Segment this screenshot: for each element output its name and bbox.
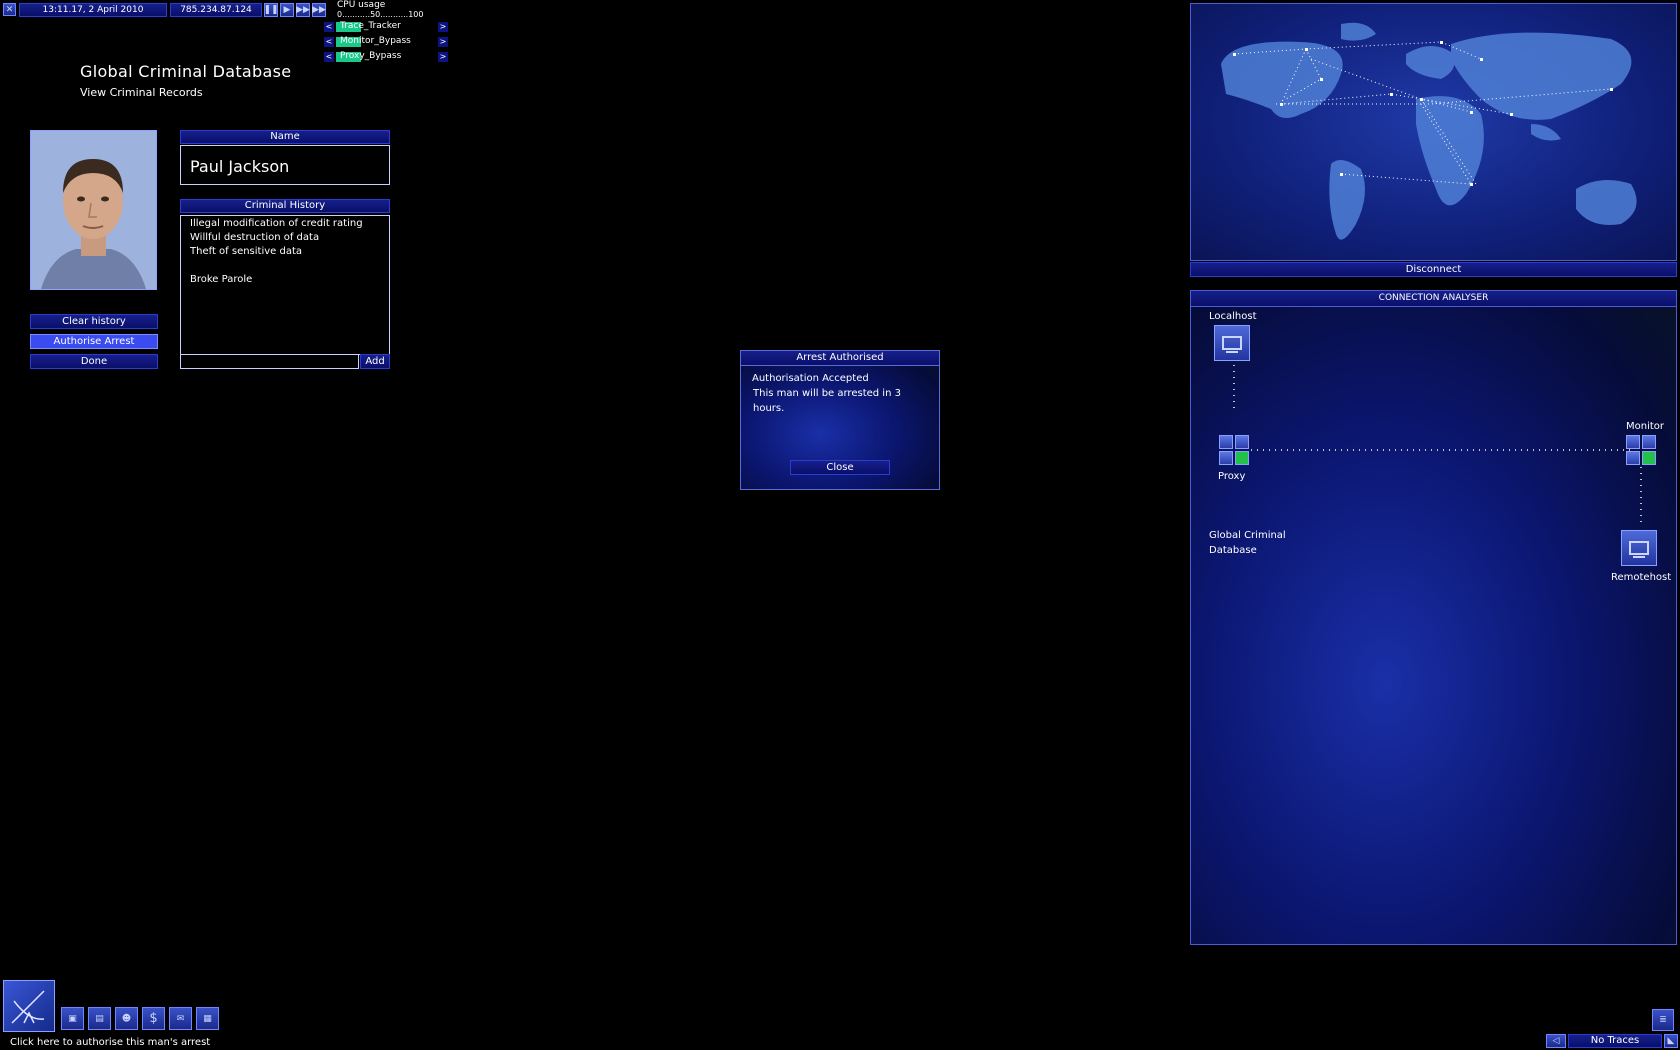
remotehost-node-icon[interactable] [1621, 530, 1657, 566]
finance-icon[interactable]: $ [142, 1007, 165, 1030]
list-item: Broke Parole [190, 274, 253, 285]
status-icon[interactable]: ☻ [115, 1007, 138, 1030]
ip-address: 785.234.87.124 [170, 3, 262, 17]
email-icon[interactable]: ✉ [169, 1007, 192, 1030]
close-button[interactable]: Close [790, 460, 890, 475]
trace-status: No Traces [1568, 1034, 1662, 1048]
close-icon[interactable]: ✕ [3, 3, 16, 16]
program-progress: Monitor_Bypass [336, 36, 436, 47]
page-title: Global Criminal Database [80, 62, 292, 81]
dialog-title: Arrest Authorised [741, 351, 939, 366]
status-hint: Click here to authorise this man's arres… [10, 1037, 211, 1048]
network-icon[interactable]: ▦ [196, 1007, 219, 1030]
status-icon [1235, 451, 1249, 465]
clock: 13:11.17, 2 April 2010 [19, 3, 167, 17]
increase-cpu-button[interactable]: > [438, 52, 448, 62]
disconnect-button[interactable]: Disconnect [1190, 262, 1677, 277]
name-value: Paul Jackson [190, 157, 290, 176]
flag-icon[interactable] [1626, 451, 1640, 465]
target-label-2: Database [1209, 545, 1257, 556]
trace-sound-icon[interactable]: ◁ [1546, 1034, 1566, 1048]
clear-history-button[interactable]: Clear history [30, 314, 158, 329]
trace-toggle-icon[interactable]: ◣ [1664, 1034, 1678, 1048]
increase-cpu-button[interactable]: > [438, 37, 448, 47]
flag-icon[interactable] [1219, 451, 1233, 465]
name-header: Name [180, 130, 390, 144]
fastest-icon[interactable]: ▶▶ [312, 3, 326, 17]
name-field[interactable]: Paul Jackson [180, 145, 390, 185]
cpu-usage-label: CPU usage [337, 0, 386, 10]
close-icon[interactable] [1642, 435, 1656, 449]
program-row: < Monitor_Bypass > [324, 36, 448, 48]
list-item [190, 259, 380, 273]
program-progress: Trace_Tracker [336, 21, 436, 32]
page-subtitle: View Criminal Records [80, 86, 203, 99]
arrest-dialog: Arrest Authorised Authorisation Accepted… [740, 350, 940, 490]
main-menu-icon[interactable] [3, 980, 55, 1032]
dialog-message-2: This man will be arrested in 3 [753, 388, 901, 399]
localhost-node-icon[interactable] [1214, 325, 1250, 361]
localhost-label: Localhost [1209, 311, 1257, 322]
running-programs: < Trace_Tracker > < Monitor_Bypass > < P… [324, 21, 448, 63]
close-icon[interactable] [1235, 435, 1249, 449]
list-item: Willful destruction of data [190, 232, 320, 243]
world-map[interactable] [1190, 3, 1677, 261]
dialog-message-3: hours. [753, 403, 785, 414]
program-name: Monitor_Bypass [340, 36, 411, 46]
world-map-image [1221, 22, 1637, 240]
play-icon[interactable]: ▶ [280, 3, 294, 17]
pause-icon[interactable] [1626, 435, 1640, 449]
list-item: Illegal modification of credit rating [190, 218, 363, 229]
decrease-cpu-button[interactable]: < [324, 37, 334, 47]
add-history-input[interactable] [180, 354, 359, 369]
fast-forward-icon[interactable]: ▶▶ [296, 3, 310, 17]
done-button[interactable]: Done [30, 354, 158, 369]
radar-dish-icon [11, 990, 45, 1024]
dialog-message-1: Authorisation Accepted [752, 373, 869, 384]
pause-icon[interactable]: ❚❚ [263, 3, 279, 17]
program-row: < Proxy_Bypass > [324, 51, 448, 63]
software-icon[interactable]: ▣ [61, 1007, 84, 1030]
proxy-label: Proxy [1218, 471, 1246, 482]
program-row: < Trace_Tracker > [324, 21, 448, 33]
target-label-1: Global Criminal [1209, 530, 1286, 541]
criminal-history-header: Criminal History [180, 199, 390, 213]
program-progress: Proxy_Bypass [336, 51, 436, 62]
decrease-cpu-button[interactable]: < [324, 52, 334, 62]
pause-icon[interactable] [1219, 435, 1233, 449]
tools-toolbar: ▣ ▤ ☻ $ ✉ ▦ [61, 1007, 219, 1030]
criminal-photo [30, 130, 157, 290]
hardware-icon[interactable]: ▤ [88, 1007, 111, 1030]
monitor-node-icon[interactable] [1626, 435, 1656, 465]
decrease-cpu-button[interactable]: < [324, 22, 334, 32]
portrait-image [31, 131, 156, 289]
authorise-arrest-button[interactable]: Authorise Arrest [30, 334, 158, 349]
cpu-usage-scale: 0...........50...........100 [337, 10, 424, 19]
criminal-history-list[interactable]: Illegal modification of credit rating Wi… [180, 215, 390, 355]
remotehost-label: Remotehost [1611, 572, 1672, 583]
connection-analyser: CONNECTION ANALYSER Localhost Proxy Moni… [1190, 290, 1677, 945]
notes-icon[interactable]: ≣ [1652, 1009, 1674, 1031]
status-icon [1642, 451, 1656, 465]
program-name: Trace_Tracker [340, 21, 401, 31]
speed-controls: ❚❚ ▶ ▶▶ ▶▶ [263, 3, 326, 17]
proxy-node-icon[interactable] [1219, 435, 1249, 465]
program-name: Proxy_Bypass [340, 51, 402, 61]
increase-cpu-button[interactable]: > [438, 22, 448, 32]
monitor-label: Monitor [1626, 421, 1665, 432]
list-item: Theft of sensitive data [190, 246, 303, 257]
add-button[interactable]: Add [360, 354, 390, 369]
connection-lines [1233, 365, 1642, 527]
